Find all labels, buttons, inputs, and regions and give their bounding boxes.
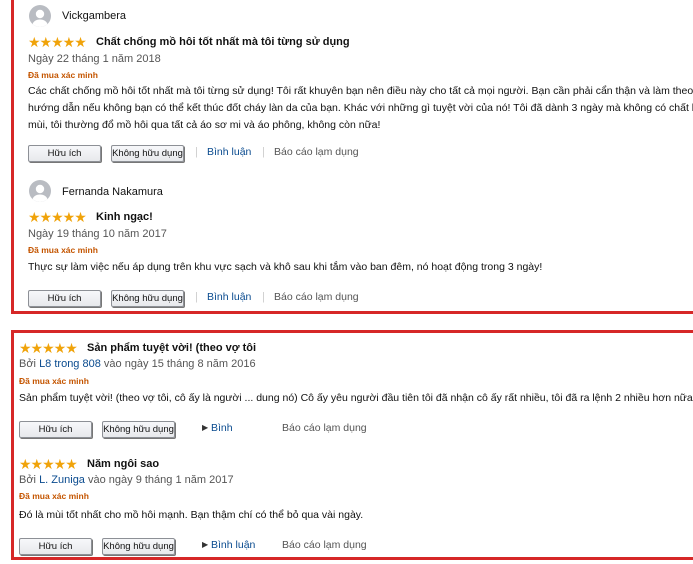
star-rating: ★★★★★ [19, 340, 78, 356]
report-abuse-link[interactable]: Báo cáo lạm dụng [282, 422, 367, 434]
report-abuse-link[interactable]: Báo cáo lạm dụng [274, 146, 359, 158]
verified-purchase-badge: Đã mua xác minh [28, 70, 98, 80]
helpful-button[interactable]: Hữu ích [19, 538, 92, 555]
helpful-button[interactable]: Hữu ích [28, 145, 101, 162]
review-title[interactable]: Năm ngôi sao [87, 458, 159, 470]
review-body-line: mùi, tôi thường đổ mồ hôi qua tất cả áo … [28, 119, 381, 131]
comment-link[interactable]: Bình luận [211, 539, 255, 551]
not-helpful-button[interactable]: Không hữu dụng [111, 290, 184, 307]
reviewer-name[interactable]: Fernanda Nakamura [62, 186, 163, 198]
comment-link[interactable]: Bình luận [207, 291, 251, 303]
faint-watermark [384, 165, 554, 205]
separator: | [262, 291, 265, 303]
not-helpful-button[interactable]: Không hữu dụng [102, 421, 175, 438]
by-prefix: Bởi [19, 358, 36, 370]
separator: | [195, 291, 198, 303]
user-avatar-icon [29, 5, 51, 27]
review-date: Ngày 22 tháng 1 năm 2018 [28, 53, 161, 65]
report-abuse-link[interactable]: Báo cáo lạm dụng [274, 291, 359, 303]
review-body-line: Đó là mùi tốt nhất cho mồ hôi mạnh. Bạn … [19, 509, 364, 521]
review-body-line: Thực sự làm việc nếu áp dụng trên khu vự… [28, 261, 543, 273]
not-helpful-button[interactable]: Không hữu dụng [111, 145, 184, 162]
not-helpful-button[interactable]: Không hữu dụng [102, 538, 175, 555]
comment-link[interactable]: Bình [211, 422, 233, 434]
review-body-line: Sản phẩm tuyệt vời! (theo vợ tôi, cô ấy … [19, 392, 693, 404]
author-link[interactable]: L8 trong 808 [39, 358, 101, 370]
review-date: vào ngày 9 tháng 1 năm 2017 [88, 474, 234, 486]
user-avatar-icon [29, 180, 51, 202]
review-panel-1: Vickgambera ★★★★★ Chất chống mồ hôi tốt … [11, 0, 693, 314]
review-body-line: Các chất chống mồ hôi tốt nhất mà tôi từ… [28, 85, 693, 97]
review-body-line: hướng dẫn nếu không bạn có thể kết thúc … [28, 102, 693, 114]
review-date: Ngày 19 tháng 10 năm 2017 [28, 228, 167, 240]
right-triangle-icon: ▶ [202, 540, 209, 549]
star-rating: ★★★★★ [28, 34, 87, 50]
review-title[interactable]: Sản phẩm tuyệt vời! (theo vợ tôi [87, 342, 256, 354]
star-rating: ★★★★★ [19, 456, 78, 472]
helpful-button[interactable]: Hữu ích [28, 290, 101, 307]
review-panel-2: ★★★★★ Sản phẩm tuyệt vời! (theo vợ tôi B… [11, 330, 693, 560]
helpful-button[interactable]: Hữu ích [19, 421, 92, 438]
review-byline: Bởi L8 trong 808 vào ngày 15 tháng 8 năm… [19, 358, 256, 370]
review-title[interactable]: Chất chống mồ hôi tốt nhất mà tôi từng s… [96, 36, 350, 48]
verified-purchase-badge: Đã mua xác minh [28, 245, 98, 255]
reviewer-name[interactable]: Vickgambera [62, 10, 126, 22]
comment-link[interactable]: Bình luận [207, 146, 251, 158]
separator: | [262, 146, 265, 158]
by-prefix: Bởi [19, 474, 36, 486]
right-triangle-icon: ▶ [202, 423, 209, 432]
verified-purchase-badge: Đã mua xác minh [19, 376, 89, 386]
verified-purchase-badge: Đã mua xác minh [19, 491, 89, 501]
review-title[interactable]: Kinh ngạc! [96, 211, 153, 223]
author-link[interactable]: L. Zuniga [39, 474, 85, 486]
separator: | [195, 146, 198, 158]
star-rating: ★★★★★ [28, 209, 87, 225]
report-abuse-link[interactable]: Báo cáo lạm dụng [282, 539, 367, 551]
review-date: vào ngày 15 tháng 8 năm 2016 [103, 358, 256, 370]
review-byline: Bởi L. Zuniga vào ngày 9 tháng 1 năm 201… [19, 474, 234, 486]
